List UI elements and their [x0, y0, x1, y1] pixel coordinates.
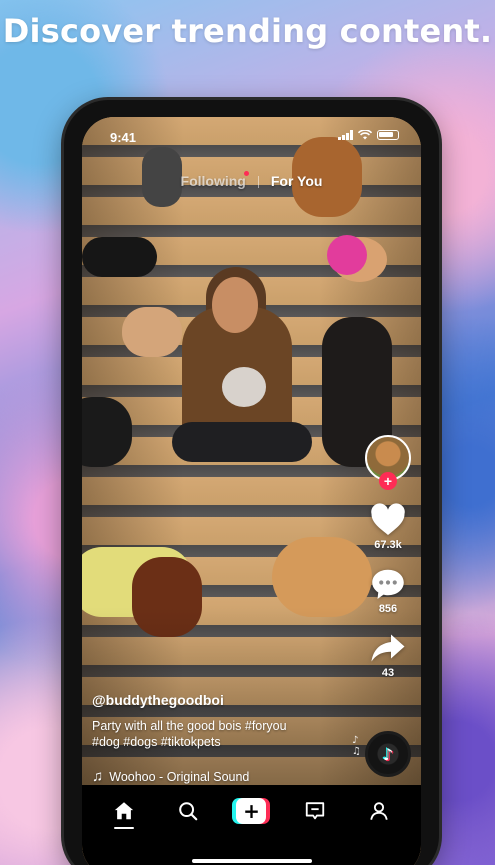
dog-image [222, 367, 266, 407]
post-description-line: Party with all the good bois #foryou [92, 719, 287, 733]
nav-discover[interactable] [168, 791, 208, 831]
wifi-icon [358, 130, 372, 140]
bottom-nav: + [82, 785, 421, 865]
nav-create[interactable]: + [231, 791, 271, 831]
sound-title: Woohoo - Original Sound [109, 769, 250, 784]
home-icon [114, 802, 134, 820]
post-username[interactable]: @buddythegoodboi [92, 692, 342, 708]
create-button[interactable]: + [232, 798, 271, 824]
search-icon [178, 802, 198, 821]
dog-image [327, 235, 367, 275]
like-count: 67.3k [374, 539, 402, 551]
nav-profile[interactable] [359, 791, 399, 831]
person-image [212, 277, 258, 333]
phone-frame: 9:41 Following For You + 67.3k 856 43 @b… [64, 100, 439, 865]
inbox-message-icon [306, 802, 325, 820]
status-bar: 9:41 [82, 117, 421, 151]
nav-home[interactable] [104, 791, 144, 831]
dog-image [272, 537, 372, 617]
feed-tabs: Following For You [82, 173, 421, 189]
dog-image [82, 237, 157, 277]
music-note-icon: ♫ [92, 768, 104, 785]
comment-button[interactable]: 856 [370, 567, 406, 615]
dog-image [82, 397, 132, 467]
floating-notes-icon: ♪ ♫ [352, 735, 361, 757]
sound-info[interactable]: ♫ Woohoo - Original Sound [92, 768, 342, 785]
tiktok-logo-icon: ♪ [382, 744, 394, 764]
nav-inbox[interactable] [295, 791, 335, 831]
comment-icon [372, 569, 404, 599]
person-image [172, 422, 312, 462]
dog-image [122, 307, 182, 357]
share-button[interactable]: 43 [370, 631, 406, 679]
plus-icon: + [236, 798, 267, 824]
share-arrow-icon [371, 634, 405, 662]
side-actions: + 67.3k 856 43 [363, 435, 413, 695]
status-time: 9:41 [110, 130, 137, 145]
tab-for-you[interactable]: For You [271, 173, 323, 189]
signal-icon [338, 130, 353, 140]
tab-following[interactable]: Following [181, 173, 246, 189]
headline: Discover trending content. [2, 12, 493, 50]
like-button[interactable]: 67.3k [370, 503, 406, 551]
battery-icon [377, 130, 399, 140]
status-icons [338, 130, 399, 140]
post-description: Party with all the good bois #foryou #do… [92, 718, 342, 750]
phone-screen: 9:41 Following For You + 67.3k 856 43 @b… [82, 117, 421, 865]
home-indicator [191, 859, 312, 863]
follow-plus-icon[interactable]: + [379, 472, 397, 490]
creator-avatar-wrap[interactable]: + [365, 435, 411, 490]
profile-icon [370, 802, 388, 820]
tab-divider [257, 176, 259, 188]
share-count: 43 [381, 667, 395, 679]
active-tab-indicator [113, 827, 134, 829]
sound-disc-button[interactable]: ♪ [365, 731, 411, 777]
comment-count: 856 [378, 603, 398, 615]
post-hashtags[interactable]: #dog #dogs #tiktokpets [92, 734, 342, 750]
heart-icon [371, 503, 405, 535]
post-caption: @buddythegoodboi Party with all the good… [92, 692, 342, 785]
